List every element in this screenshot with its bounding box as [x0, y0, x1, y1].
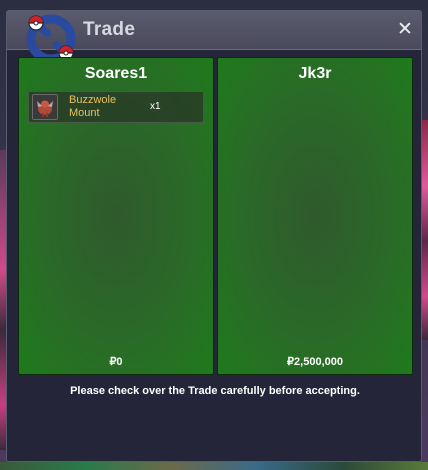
trade-item-slot[interactable]: Buzzwole Mount x1 [28, 91, 204, 123]
currency-offer-left: ₽0 [109, 356, 123, 368]
close-button[interactable]: ✕ [395, 19, 415, 39]
item-quantity: x1 [150, 101, 161, 112]
player-name-right: Jk3r [298, 65, 332, 82]
currency-offer-right: ₽2,500,000 [287, 356, 343, 368]
trade-window: Trade ✕ Soares1 Buzzwole Mount x1 ₽0 Jk3… [6, 10, 422, 462]
trade-notice: Please check over the Trade carefully be… [70, 385, 360, 397]
trade-panels: Soares1 Buzzwole Mount x1 ₽0 Jk3r ₽2,500… [18, 57, 414, 377]
trade-panel-self: Soares1 Buzzwole Mount x1 ₽0 [18, 57, 214, 375]
background-bottom-strip [0, 462, 428, 470]
buzzwole-mount-icon [32, 94, 58, 120]
item-name: Buzzwole Mount [69, 94, 117, 119]
trade-panel-partner: Jk3r ₽2,500,000 [217, 57, 413, 375]
window-title: Trade [83, 19, 136, 40]
player-name-left: Soares1 [84, 65, 148, 82]
